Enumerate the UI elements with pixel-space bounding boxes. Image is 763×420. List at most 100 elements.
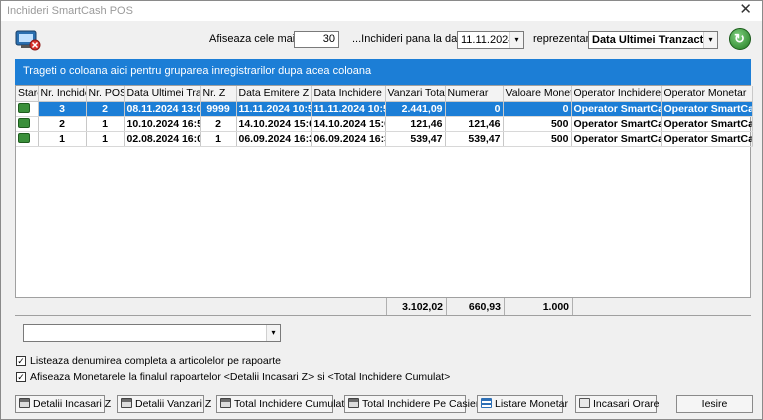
cell-data-emitere-z[interactable]: 06.09.2024 16:37: [236, 131, 312, 147]
full-names-checkbox[interactable]: ✓ Listeaza denumirea completa a articolel…: [16, 355, 281, 367]
total-cumulat-label: Total Inchidere Cumulat: [234, 398, 345, 410]
cell-nr-inchidere[interactable]: 2: [38, 116, 87, 132]
row-status-cell: [16, 101, 39, 117]
cell-numerar[interactable]: 0: [445, 101, 504, 117]
cell-data-ultimei-tranzactii[interactable]: 08.11.2024 13:07: [124, 101, 201, 117]
total-casieri-button[interactable]: Total Inchidere Pe Casieri: [344, 395, 482, 413]
col-header-nr-inchidere[interactable]: Nr. Inchidere: [38, 86, 87, 102]
row-status-cell: [16, 116, 39, 132]
col-header-operator-inchidere[interactable]: Operator Inchidere: [571, 86, 662, 102]
group-by-hint: Trageti o coloana aici pentru gruparea i…: [23, 65, 372, 77]
report-select[interactable]: ▾: [23, 324, 281, 342]
full-names-label: Listeaza denumirea completa a articolelo…: [30, 355, 281, 367]
incasari-orare-button[interactable]: Incasari Orare: [575, 395, 660, 413]
printer-icon: [19, 398, 30, 408]
iesire-button[interactable]: Iesire: [676, 395, 753, 413]
cell-nr-z[interactable]: 2: [200, 116, 237, 132]
cell-data-inchidere-generala[interactable]: 06.09.2024 16:37: [311, 131, 386, 147]
cell-nr-pos[interactable]: 1: [86, 116, 125, 132]
cell-valoare-monetar[interactable]: 500: [503, 131, 572, 147]
cell-data-inchidere-generala[interactable]: 14.10.2024 15:01: [311, 116, 386, 132]
cell-nr-z[interactable]: 1: [200, 131, 237, 147]
table-row[interactable]: 3 2 08.11.2024 13:07 9999 11.11.2024 10:…: [16, 101, 753, 117]
col-header-data-emitere-z[interactable]: Data Emitere Z: [236, 86, 312, 102]
cell-data-emitere-z[interactable]: 11.11.2024 10:53: [236, 101, 312, 117]
detalii-vanzari-button[interactable]: Detalii Vanzari Z: [117, 395, 211, 413]
pos-terminal-icon: [15, 30, 41, 51]
total-empty: [572, 298, 751, 315]
table-row[interactable]: 1 1 02.08.2024 16:03 1 06.09.2024 16:37 …: [16, 131, 753, 147]
cell-nr-z[interactable]: 9999: [200, 101, 237, 117]
cell-nr-inchidere[interactable]: 1: [38, 131, 87, 147]
list-icon: [481, 398, 492, 408]
chevron-down-icon[interactable]: ▾: [703, 32, 717, 48]
represent-select[interactable]: Data Ultimei Tranzactii ▾: [588, 31, 718, 49]
closing-date-value: 11.11.2024: [461, 34, 515, 46]
total-casieri-label: Total Inchidere Pe Casieri: [362, 398, 482, 410]
cell-operator-inchidere[interactable]: Operator SmartCash: [571, 101, 662, 117]
grid-totals-footer: 3.102,02 660,93 1.000: [15, 297, 751, 315]
cell-operator-monetar[interactable]: Operator SmartCash: [661, 131, 753, 147]
represent-value: Data Ultimei Tranzactii: [592, 34, 710, 46]
check-icon[interactable]: ✓: [16, 356, 26, 367]
cell-valoare-monetar[interactable]: 0: [503, 101, 572, 117]
cell-operator-monetar[interactable]: Operator SmartCash: [661, 116, 753, 132]
refresh-button[interactable]: ↻: [729, 28, 751, 50]
col-header-numerar[interactable]: Numerar: [445, 86, 504, 102]
iesire-label: Iesire: [701, 398, 728, 410]
group-by-panel[interactable]: Trageti o coloana aici pentru gruparea i…: [15, 59, 751, 85]
cell-operator-inchidere[interactable]: Operator SmartCash: [571, 116, 662, 132]
listare-monetar-label: Listare Monetar: [495, 398, 568, 410]
cell-numerar[interactable]: 539,47: [445, 131, 504, 147]
cell-operator-monetar[interactable]: Operator SmartCash: [661, 101, 753, 117]
clock-icon: [579, 398, 590, 408]
detalii-vanzari-label: Detalii Vanzari Z: [135, 398, 212, 410]
cell-data-inchidere-generala[interactable]: 11.11.2024 10:54: [311, 101, 386, 117]
printer-icon: [220, 398, 231, 408]
cell-vanzari-totale[interactable]: 2.441,09: [385, 101, 446, 117]
cell-data-ultimei-tranzactii[interactable]: 10.10.2024 16:58: [124, 116, 201, 132]
total-monetar: 1.000: [504, 298, 572, 315]
cell-vanzari-totale[interactable]: 539,47: [385, 131, 446, 147]
col-header-data-inchidere-generala[interactable]: Data Inchidere Generala: [311, 86, 386, 102]
cell-nr-inchidere[interactable]: 3: [38, 101, 87, 117]
show-count-input[interactable]: 30: [294, 31, 339, 48]
col-header-vanzari-totale[interactable]: Vanzari Totale: [385, 86, 446, 102]
total-numerar: 660,93: [446, 298, 504, 315]
close-icon[interactable]: ✕: [739, 2, 752, 18]
listare-monetar-button[interactable]: Listare Monetar: [477, 395, 568, 413]
col-header-nr-pos[interactable]: Nr. POS: [86, 86, 125, 102]
closing-date-picker[interactable]: 11.11.2024 ▾: [457, 31, 524, 49]
window-title: Inchideri SmartCash POS: [7, 5, 133, 17]
register-icon: [18, 103, 30, 113]
col-header-data-ultimei-tranzactii[interactable]: Data Ultimei Tranzactii: [124, 86, 201, 102]
cell-valoare-monetar[interactable]: 500: [503, 116, 572, 132]
window: Inchideri SmartCash POS ✕ Afiseaza cele …: [0, 0, 763, 420]
cell-data-ultimei-tranzactii[interactable]: 02.08.2024 16:03: [124, 131, 201, 147]
titlebar: Inchideri SmartCash POS ✕: [1, 1, 762, 21]
closings-grid[interactable]: Stare Nr. Inchidere Nr. POS Data Ultimei…: [15, 85, 753, 316]
table-row[interactable]: 2 1 10.10.2024 16:58 2 14.10.2024 15:01 …: [16, 116, 753, 132]
cell-operator-inchidere[interactable]: Operator SmartCash: [571, 131, 662, 147]
register-icon: [18, 133, 30, 143]
col-header-stare[interactable]: Stare: [16, 86, 39, 102]
cell-nr-pos[interactable]: 2: [86, 101, 125, 117]
cell-nr-pos[interactable]: 1: [86, 131, 125, 147]
cell-numerar[interactable]: 121,46: [445, 116, 504, 132]
col-header-operator-monetar[interactable]: Operator Monetar: [661, 86, 753, 102]
monetary-checkbox[interactable]: ✓ Afiseaza Monetarele la finalul rapoarte…: [16, 371, 450, 383]
printer-icon: [348, 398, 359, 408]
chevron-down-icon[interactable]: ▾: [266, 325, 280, 341]
cell-vanzari-totale[interactable]: 121,46: [385, 116, 446, 132]
cell-data-emitere-z[interactable]: 14.10.2024 15:01: [236, 116, 312, 132]
register-icon: [18, 118, 30, 128]
col-header-nr-z[interactable]: Nr. Z: [200, 86, 237, 102]
detalii-incasari-button[interactable]: Detalii Incasari Z: [15, 395, 111, 413]
check-icon[interactable]: ✓: [16, 372, 26, 383]
chevron-down-icon[interactable]: ▾: [509, 32, 523, 48]
col-header-valoare-monetar[interactable]: Valoare Monetar: [503, 86, 572, 102]
incasari-orare-label: Incasari Orare: [593, 398, 660, 410]
total-cumulat-button[interactable]: Total Inchidere Cumulat: [216, 395, 344, 413]
monetary-label: Afiseaza Monetarele la finalul rapoartel…: [30, 371, 451, 383]
grid-header-row: Stare Nr. Inchidere Nr. POS Data Ultimei…: [16, 86, 753, 102]
